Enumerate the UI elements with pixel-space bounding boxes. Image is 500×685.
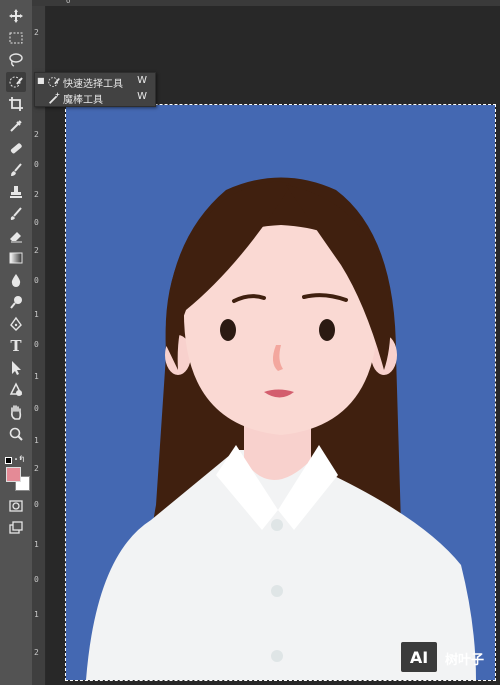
lasso-icon[interactable] <box>6 50 26 70</box>
watermark-text: 树叶子 <box>445 653 485 668</box>
hand-icon[interactable] <box>6 402 26 422</box>
eyedropper-icon[interactable] <box>6 116 26 136</box>
marquee-icon[interactable] <box>6 28 26 48</box>
ruler-label: 1 <box>34 540 39 549</box>
ruler-label: 1 <box>34 610 39 619</box>
menu-item-shortcut: W <box>137 75 147 86</box>
ruler-label: 0 <box>66 0 71 5</box>
gradient-icon[interactable] <box>6 248 26 268</box>
magic-wand-icon <box>49 91 61 104</box>
menu-item-shortcut: W <box>137 91 147 102</box>
ruler-label: 2 <box>34 28 39 37</box>
watermark-logo: AI <box>399 640 439 674</box>
tools-panel: T … ↰ <box>0 0 33 685</box>
selected-bullet-icon: ■ <box>37 76 45 85</box>
eraser-icon[interactable] <box>6 226 26 246</box>
screen-mode-icon[interactable] <box>6 518 26 538</box>
quick-selection-icon <box>48 77 60 87</box>
menu-item-label: 魔棒工具 <box>63 95 103 106</box>
ruler-label: 1 <box>34 436 39 445</box>
zoom-icon[interactable] <box>6 424 26 444</box>
healing-brush-icon[interactable] <box>6 138 26 158</box>
ruler-label: 0 <box>34 276 39 285</box>
ruler-label: 2 <box>34 246 39 255</box>
top-ruler: 0 <box>32 0 500 6</box>
move-icon[interactable] <box>6 6 26 26</box>
brush-icon[interactable] <box>6 160 26 180</box>
ruler-label: 0 <box>34 404 39 413</box>
clone-stamp-icon[interactable] <box>6 182 26 202</box>
ruler-label: 0 <box>34 160 39 169</box>
blur-icon[interactable] <box>6 270 26 290</box>
crop-icon[interactable] <box>6 94 26 114</box>
history-brush-icon[interactable] <box>6 204 26 224</box>
foreground-color-swatch[interactable] <box>6 467 21 482</box>
shape-icon[interactable] <box>6 380 26 400</box>
menu-item-label: 快速选择工具 <box>63 79 123 90</box>
watermark: AI 树叶子 <box>399 640 495 676</box>
magic-wand-menu-item[interactable]: 魔棒工具 W <box>35 90 155 106</box>
ruler-label: 1 <box>34 310 39 319</box>
ruler-label: 2 <box>34 130 39 139</box>
ruler-label: 0 <box>34 575 39 584</box>
ruler-label: 1 <box>34 372 39 381</box>
ruler-label: 0 <box>34 340 39 349</box>
type-icon[interactable]: T <box>6 336 26 356</box>
quick-selection-icon[interactable] <box>6 72 26 92</box>
ruler-label: 2 <box>34 190 39 199</box>
ruler-label: 0 <box>34 218 39 227</box>
quick-mask-icon[interactable] <box>6 496 26 516</box>
ruler-label: 2 <box>34 648 39 657</box>
default-colors-icon[interactable] <box>5 457 13 465</box>
quick-selection-menu-item[interactable]: ■ 快速选择工具 W <box>35 74 155 90</box>
portrait-illustration <box>86 177 476 680</box>
pen-icon[interactable] <box>6 314 26 334</box>
document-canvas[interactable] <box>65 104 496 681</box>
dodge-icon[interactable] <box>6 292 26 312</box>
swap-colors-icon[interactable]: ↰ <box>18 455 26 465</box>
selection-tool-flyout: ■ 快速选择工具 W 魔棒工具 W <box>34 72 156 107</box>
ruler-label: 2 <box>34 464 39 473</box>
ruler-label: 0 <box>34 500 39 509</box>
path-selection-icon[interactable] <box>6 358 26 378</box>
